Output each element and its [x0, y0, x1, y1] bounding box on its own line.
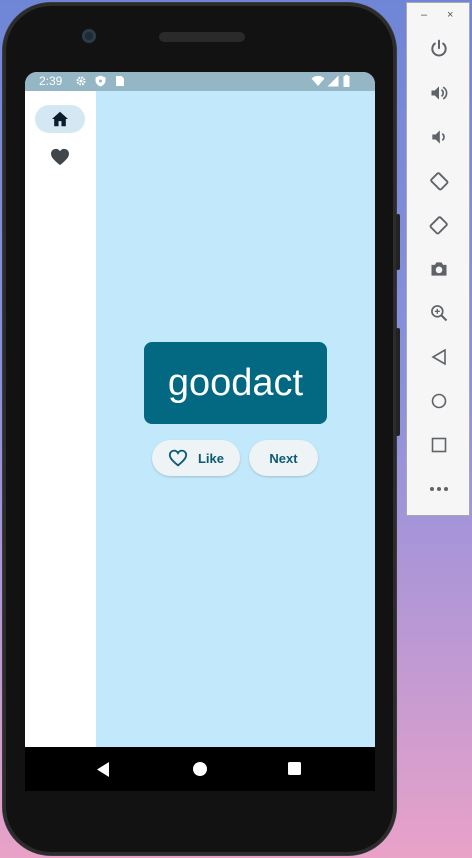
next-button-label: Next — [269, 450, 298, 466]
back-icon[interactable] — [97, 762, 110, 777]
back-triangle-icon — [431, 349, 446, 365]
close-button[interactable]: × — [447, 9, 453, 21]
app-screen: 2:39 goodact Like Next — [25, 72, 375, 747]
status-time: 2:39 — [39, 74, 63, 88]
home-circle-outline-icon — [431, 393, 447, 409]
settings-icon — [76, 76, 86, 86]
emulator-overview-button[interactable] — [421, 430, 457, 460]
rotate-left-icon — [430, 172, 449, 191]
emulator-toolbar: – × — [406, 2, 470, 516]
status-bar: 2:39 — [25, 72, 375, 91]
like-button-label: Like — [197, 450, 224, 466]
rotate-right-icon — [429, 216, 448, 235]
front-camera — [82, 29, 96, 43]
sim-card-icon — [116, 76, 124, 86]
home-circle-icon[interactable] — [193, 762, 207, 776]
signal-icon — [327, 75, 339, 87]
volume-up-icon — [431, 86, 448, 100]
power-button[interactable] — [421, 34, 457, 64]
rail-item-favorites[interactable] — [35, 143, 85, 171]
earpiece-speaker — [159, 32, 245, 42]
rail-item-home[interactable] — [35, 105, 85, 133]
volume-down-button[interactable] — [421, 122, 457, 152]
emulator-back-button[interactable] — [421, 342, 457, 372]
next-button[interactable]: Next — [249, 440, 318, 476]
rotate-right-button[interactable] — [421, 210, 457, 240]
camera-icon — [431, 262, 447, 276]
overview-icon[interactable] — [288, 762, 301, 775]
home-icon — [52, 111, 68, 127]
more-options-button[interactable] — [421, 474, 457, 504]
shield-icon — [95, 75, 106, 87]
word-pair-text: goodact — [167, 361, 304, 404]
word-pair-card: goodact — [144, 342, 327, 424]
battery-icon — [343, 75, 350, 87]
overview-square-icon — [431, 437, 447, 453]
emulator-home-button[interactable] — [421, 386, 457, 416]
zoom-icon — [431, 305, 448, 322]
minimize-button[interactable]: – — [421, 9, 427, 21]
heart-filled-icon — [51, 148, 69, 166]
heart-outline-icon — [168, 449, 188, 467]
like-button[interactable]: Like — [152, 440, 240, 476]
rotate-left-button[interactable] — [421, 166, 457, 196]
volume-up-button[interactable] — [421, 78, 457, 108]
phone-power-key — [396, 214, 400, 270]
screenshot-button[interactable] — [421, 254, 457, 284]
more-icon — [430, 487, 448, 491]
wifi-icon — [311, 75, 325, 86]
volume-down-icon — [432, 130, 445, 144]
phone-volume-key — [396, 328, 400, 436]
power-icon — [431, 39, 447, 57]
navigation-rail — [25, 91, 96, 747]
zoom-button[interactable] — [421, 298, 457, 328]
system-navigation-bar — [25, 747, 375, 791]
